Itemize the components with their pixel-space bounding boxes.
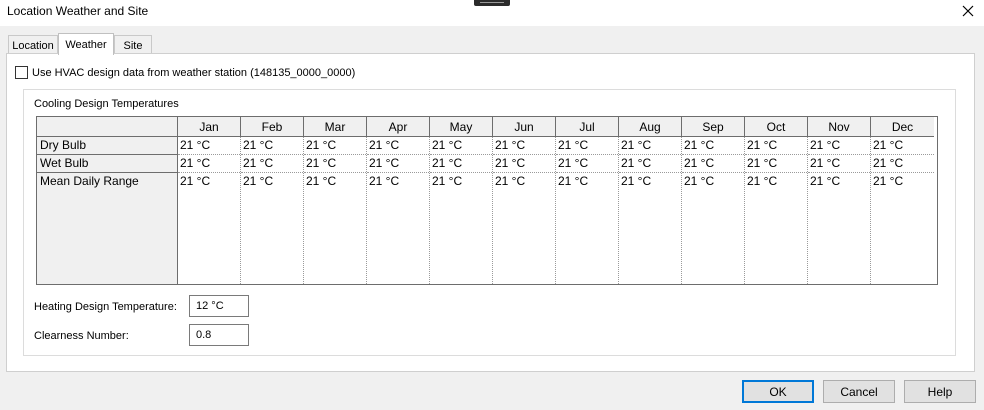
checkbox-box[interactable]	[15, 66, 28, 79]
grid-cell[interactable]: 21 °C	[493, 137, 555, 155]
grid-cell[interactable]: 21 °C	[430, 155, 492, 173]
month-column-dec: 21 °C 21 °C 21 °C	[871, 137, 934, 284]
grid-cell[interactable]: 21 °C	[430, 173, 492, 284]
grid-cell[interactable]: 21 °C	[745, 155, 807, 173]
grid-cell[interactable]: 21 °C	[556, 173, 618, 284]
month-header-aug: Aug	[619, 117, 682, 137]
row-header-column: Dry Bulb Wet Bulb Mean Daily Range	[37, 137, 178, 284]
grid-cell[interactable]: 21 °C	[808, 137, 870, 155]
grid-cell[interactable]: 21 °C	[745, 173, 807, 284]
window-title: Location Weather and Site	[7, 4, 149, 18]
month-header-apr: Apr	[367, 117, 430, 137]
grid-cell[interactable]: 21 °C	[304, 155, 366, 173]
grid-cell[interactable]: 21 °C	[304, 137, 366, 155]
grid-cell[interactable]: 21 °C	[556, 155, 618, 173]
month-column-oct: 21 °C 21 °C 21 °C	[745, 137, 808, 284]
row-header-dry-bulb: Dry Bulb	[37, 137, 177, 155]
grid-cells: 21 °C 21 °C 21 °C 21 °C 21 °C 21 °C 21 °C 21 °C…	[178, 137, 934, 284]
month-header-feb: Feb	[241, 117, 304, 137]
hvac-design-data-checkbox[interactable]: Use HVAC design data from weather statio…	[15, 66, 355, 79]
grid-cell[interactable]: 21 °C	[304, 173, 366, 284]
drag-grip-icon[interactable]	[474, 0, 510, 6]
month-column-sep: 21 °C 21 °C 21 °C	[682, 137, 745, 284]
month-header-dec: Dec	[871, 117, 934, 137]
cancel-button[interactable]: Cancel	[823, 380, 895, 403]
grid-cell[interactable]: 21 °C	[682, 155, 744, 173]
grid-cell[interactable]: 21 °C	[241, 155, 303, 173]
grid-cell[interactable]: 21 °C	[871, 155, 934, 173]
month-header-jun: Jun	[493, 117, 556, 137]
month-column-jul: 21 °C 21 °C 21 °C	[556, 137, 619, 284]
grid-cell[interactable]: 21 °C	[808, 173, 870, 284]
clearness-label: Clearness Number:	[34, 330, 129, 342]
grid-cell[interactable]: 21 °C	[367, 137, 429, 155]
month-column-aug: 21 °C 21 °C 21 °C	[619, 137, 682, 284]
grid-cell[interactable]: 21 °C	[178, 137, 240, 155]
grid-cell[interactable]: 21 °C	[493, 155, 555, 173]
month-header-nov: Nov	[808, 117, 871, 137]
month-header-may: May	[430, 117, 493, 137]
row-header-mean-daily-range: Mean Daily Range	[40, 174, 139, 188]
grid-cell[interactable]: 21 °C	[745, 137, 807, 155]
close-icon[interactable]	[955, 1, 981, 21]
month-header-oct: Oct	[745, 117, 808, 137]
grid-cell[interactable]: 21 °C	[178, 173, 240, 284]
heating-temp-label: Heating Design Temperature:	[34, 301, 177, 313]
month-header-row: Jan Feb Mar Apr May Jun Jul Aug Sep Oct Nov Dec	[178, 117, 934, 137]
row-header-wet-bulb: Wet Bulb	[37, 155, 177, 173]
month-column-jun: 21 °C 21 °C 21 °C	[493, 137, 556, 284]
grid-cell[interactable]: 21 °C	[430, 137, 492, 155]
ok-button[interactable]: OK	[742, 380, 814, 403]
month-column-jan: 21 °C 21 °C 21 °C	[178, 137, 241, 284]
grid-cell[interactable]: 21 °C	[619, 173, 681, 284]
heating-temp-input[interactable]: 12 °C	[189, 295, 249, 317]
tab-location[interactable]: Location	[8, 35, 58, 55]
month-column-may: 21 °C 21 °C 21 °C	[430, 137, 493, 284]
grid-corner	[37, 117, 178, 137]
grid-cell[interactable]: 21 °C	[619, 155, 681, 173]
month-column-apr: 21 °C 21 °C 21 °C	[367, 137, 430, 284]
month-header-jul: Jul	[556, 117, 619, 137]
grid-cell[interactable]: 21 °C	[367, 155, 429, 173]
grid-cell[interactable]: 21 °C	[682, 173, 744, 284]
tab-site[interactable]: Site	[114, 35, 152, 55]
month-column-nov: 21 °C 21 °C 21 °C	[808, 137, 871, 284]
clearness-input[interactable]: 0.8	[189, 324, 249, 346]
month-header-jan: Jan	[178, 117, 241, 137]
grid-cell[interactable]: 21 °C	[493, 173, 555, 284]
grid-cell[interactable]: 21 °C	[871, 137, 934, 155]
grid-cell[interactable]: 21 °C	[682, 137, 744, 155]
cooling-group-label: Cooling Design Temperatures	[34, 98, 179, 110]
grid-cell[interactable]: 21 °C	[367, 173, 429, 284]
grid-cell[interactable]: 21 °C	[556, 137, 618, 155]
month-header-sep: Sep	[682, 117, 745, 137]
month-header-mar: Mar	[304, 117, 367, 137]
grid-cell[interactable]: 21 °C	[178, 155, 240, 173]
tab-weather[interactable]: Weather	[58, 33, 114, 55]
cooling-temperature-grid: Jan Feb Mar Apr May Jun Jul Aug Sep Oct Nov Dec Dry…	[36, 116, 938, 285]
grid-cell[interactable]: 21 °C	[871, 173, 934, 284]
hvac-checkbox-label: Use HVAC design data from weather statio…	[32, 66, 356, 79]
month-column-mar: 21 °C 21 °C 21 °C	[304, 137, 367, 284]
grid-cell[interactable]: 21 °C	[808, 155, 870, 173]
grid-cell[interactable]: 21 °C	[241, 173, 303, 284]
grid-cell[interactable]: 21 °C	[619, 137, 681, 155]
grid-cell[interactable]: 21 °C	[241, 137, 303, 155]
month-column-feb: 21 °C 21 °C 21 °C	[241, 137, 304, 284]
help-button[interactable]: Help	[904, 380, 976, 403]
